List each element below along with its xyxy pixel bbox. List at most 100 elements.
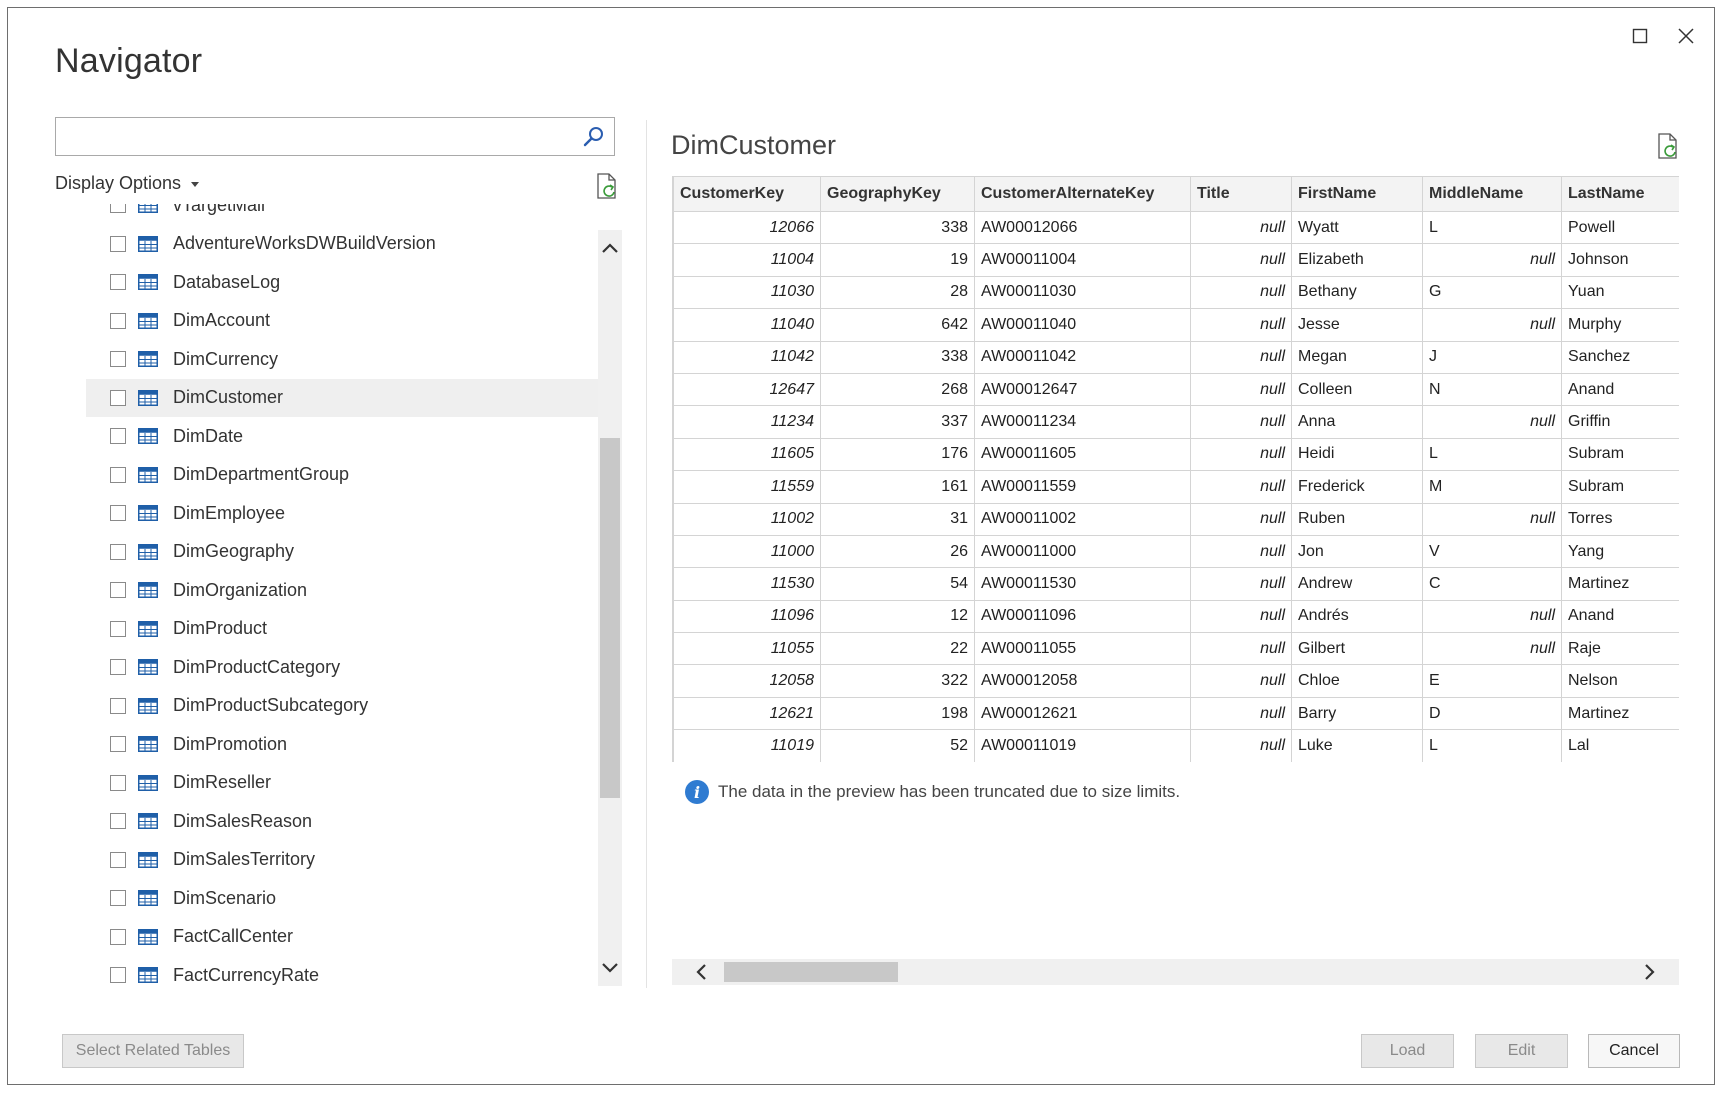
table-checkbox[interactable] bbox=[110, 851, 126, 868]
table-checkbox[interactable] bbox=[110, 389, 126, 406]
table-cell: Raje bbox=[1561, 632, 1679, 666]
table-checkbox[interactable] bbox=[110, 620, 126, 637]
tree-item[interactable]: DimCurrency bbox=[86, 340, 598, 379]
preview-grid[interactable]: CustomerKey GeographyKey CustomerAlternate… bbox=[672, 176, 1679, 762]
scroll-thumb[interactable] bbox=[724, 962, 898, 982]
column-header[interactable]: MiddleName bbox=[1422, 176, 1562, 212]
tree-item[interactable]: FactCurrencyRate bbox=[86, 956, 598, 988]
close-button[interactable] bbox=[1668, 20, 1704, 52]
tree-item[interactable]: vTargetMail bbox=[86, 204, 598, 225]
tree-item[interactable]: FactCallCenter bbox=[86, 918, 598, 957]
scroll-down-button[interactable] bbox=[598, 956, 622, 980]
table-cell: 31 bbox=[820, 502, 975, 536]
tree-item-label: DimEmployee bbox=[173, 502, 286, 523]
table-cell: 19 bbox=[820, 243, 975, 277]
tree-item[interactable]: DimDepartmentGroup bbox=[86, 456, 598, 495]
table-cell: V bbox=[1422, 534, 1562, 569]
maximize-button[interactable] bbox=[1622, 20, 1658, 52]
table-checkbox[interactable] bbox=[110, 659, 126, 676]
tree-item[interactable]: DimGeography bbox=[86, 533, 598, 572]
tree-item[interactable]: DimDate bbox=[86, 417, 598, 456]
table-cell: E bbox=[1422, 664, 1562, 698]
table-cell: AW00011055 bbox=[974, 632, 1191, 666]
table-cell: 11096 bbox=[673, 599, 821, 634]
table-checkbox[interactable] bbox=[110, 697, 126, 714]
edit-button[interactable]: Edit bbox=[1475, 1034, 1568, 1068]
table-cell: null bbox=[1190, 308, 1292, 342]
table-checkbox[interactable] bbox=[110, 274, 126, 291]
grid-horizontal-scrollbar[interactable] bbox=[672, 959, 1679, 985]
tree-item-label: DimReseller bbox=[173, 772, 272, 793]
scroll-thumb[interactable] bbox=[600, 438, 620, 798]
table-checkbox[interactable] bbox=[110, 466, 126, 483]
table-checkbox[interactable] bbox=[110, 204, 126, 214]
tree-item[interactable]: DimOrganization bbox=[86, 571, 598, 610]
table-checkbox[interactable] bbox=[110, 428, 126, 445]
column-header[interactable]: CustomerAlternateKey bbox=[974, 176, 1191, 212]
tree-item[interactable]: DimScenario bbox=[86, 879, 598, 918]
column-header[interactable]: FirstName bbox=[1291, 176, 1423, 212]
tree-item[interactable]: DimSalesReason bbox=[86, 802, 598, 841]
tree-item[interactable]: DimSalesTerritory bbox=[86, 841, 598, 880]
table-cell: Yang bbox=[1561, 534, 1679, 569]
table-cell: AW00011530 bbox=[974, 567, 1191, 601]
table-cell: null bbox=[1190, 599, 1292, 634]
tree-item[interactable]: AdventureWorksDWBuildVersion bbox=[86, 225, 598, 264]
table-icon bbox=[138, 890, 158, 907]
table-cell: Murphy bbox=[1561, 308, 1679, 342]
tree-item[interactable]: DimCustomer bbox=[86, 378, 598, 417]
tree-item-label: DimSalesReason bbox=[173, 810, 313, 831]
tree-vertical-scrollbar[interactable] bbox=[598, 230, 622, 986]
preview-title: DimCustomer bbox=[671, 130, 837, 160]
table-checkbox[interactable] bbox=[110, 312, 126, 329]
table-cell: 11530 bbox=[673, 567, 821, 601]
table-cell: null bbox=[1422, 502, 1562, 536]
display-options-dropdown[interactable]: Display Options bbox=[55, 173, 200, 194]
scroll-left-button[interactable] bbox=[689, 960, 713, 984]
table-cell: Powell bbox=[1561, 210, 1679, 245]
tree-item[interactable]: DatabaseLog bbox=[86, 263, 598, 302]
table-cell: null bbox=[1190, 567, 1292, 601]
column-header[interactable]: Title bbox=[1190, 176, 1292, 212]
table-cell: null bbox=[1422, 632, 1562, 666]
scroll-up-button[interactable] bbox=[598, 236, 622, 260]
table-checkbox[interactable] bbox=[110, 813, 126, 830]
search-input[interactable] bbox=[56, 118, 556, 155]
table-checkbox[interactable] bbox=[110, 582, 126, 599]
tree-item[interactable]: DimProduct bbox=[86, 610, 598, 649]
table-cell: AW00011019 bbox=[974, 729, 1191, 762]
table-checkbox[interactable] bbox=[110, 505, 126, 522]
column-header[interactable]: CustomerKey bbox=[673, 176, 821, 212]
table-body: 12066 338 AW00012066 null Wyatt L Powell 11004 1… bbox=[673, 210, 1679, 762]
table-checkbox[interactable] bbox=[110, 736, 126, 753]
select-related-tables-button[interactable]: Select Related Tables bbox=[62, 1034, 244, 1068]
table-checkbox[interactable] bbox=[110, 890, 126, 907]
tree-item[interactable]: DimAccount bbox=[86, 302, 598, 341]
table-row: 11030 28 AW00011030 null Bethany G Yuan bbox=[673, 275, 1679, 310]
refresh-icon[interactable] bbox=[595, 172, 619, 200]
table-icon bbox=[138, 274, 158, 291]
table-row: 11096 12 AW00011096 null Andrés null Anand bbox=[673, 599, 1679, 634]
tree-item[interactable]: DimEmployee bbox=[86, 494, 598, 533]
table-checkbox[interactable] bbox=[110, 235, 126, 252]
column-header[interactable]: LastName bbox=[1561, 176, 1679, 212]
load-button[interactable]: Load bbox=[1361, 1034, 1454, 1068]
table-checkbox[interactable] bbox=[110, 774, 126, 791]
table-checkbox[interactable] bbox=[110, 928, 126, 945]
search-icon[interactable] bbox=[582, 125, 606, 149]
tree-item[interactable]: DimReseller bbox=[86, 764, 598, 803]
cancel-button[interactable]: Cancel bbox=[1588, 1034, 1680, 1068]
refresh-icon[interactable] bbox=[1656, 132, 1680, 160]
column-header[interactable]: GeographyKey bbox=[820, 176, 975, 212]
tree-item[interactable]: DimProductCategory bbox=[86, 648, 598, 687]
dialog-title: Navigator bbox=[55, 42, 203, 80]
tree-item[interactable]: DimPromotion bbox=[86, 725, 598, 764]
table-cell: Sanchez bbox=[1561, 340, 1679, 374]
scroll-right-button[interactable] bbox=[1638, 960, 1662, 984]
search-field[interactable] bbox=[55, 117, 615, 156]
table-checkbox[interactable] bbox=[110, 967, 126, 984]
table-cell: null bbox=[1190, 405, 1292, 439]
tree-item[interactable]: DimProductSubcategory bbox=[86, 687, 598, 726]
table-checkbox[interactable] bbox=[110, 351, 126, 368]
table-checkbox[interactable] bbox=[110, 543, 126, 560]
